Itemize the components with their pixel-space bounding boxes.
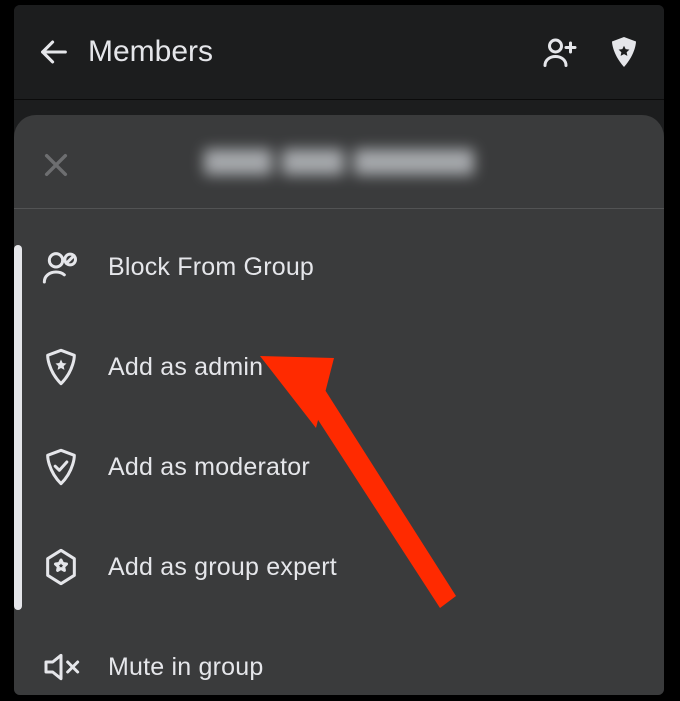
speaker-mute-icon [40,646,82,688]
close-icon[interactable] [34,143,78,187]
shield-check-icon [40,446,82,488]
action-menu: Block From Group Add as admin [14,209,664,695]
menu-item-add-moderator[interactable]: Add as moderator [14,417,664,517]
shield-star-icon [40,346,82,388]
menu-item-label: Add as admin [108,353,263,382]
members-header: Members [14,5,664,100]
add-person-icon[interactable] [540,32,580,72]
menu-item-add-expert[interactable]: Add as group expert [14,517,664,617]
member-actions-sheet: Block From Group Add as admin [14,115,664,695]
shield-badge-icon[interactable] [604,32,644,72]
menu-item-add-admin[interactable]: Add as admin [14,317,664,417]
menu-item-label: Mute in group [108,653,263,682]
hexagon-star-icon [40,546,82,588]
page-title: Members [84,35,540,69]
back-arrow-icon[interactable] [24,22,84,82]
scroll-indicator [14,245,22,610]
menu-item-label: Add as moderator [108,453,310,482]
member-name-redacted [189,145,489,179]
menu-item-mute[interactable]: Mute in group [14,617,664,695]
menu-item-block[interactable]: Block From Group [14,217,664,317]
menu-item-label: Block From Group [108,253,314,282]
person-block-icon [40,246,82,288]
menu-item-label: Add as group expert [108,553,337,582]
sheet-header [14,115,664,209]
